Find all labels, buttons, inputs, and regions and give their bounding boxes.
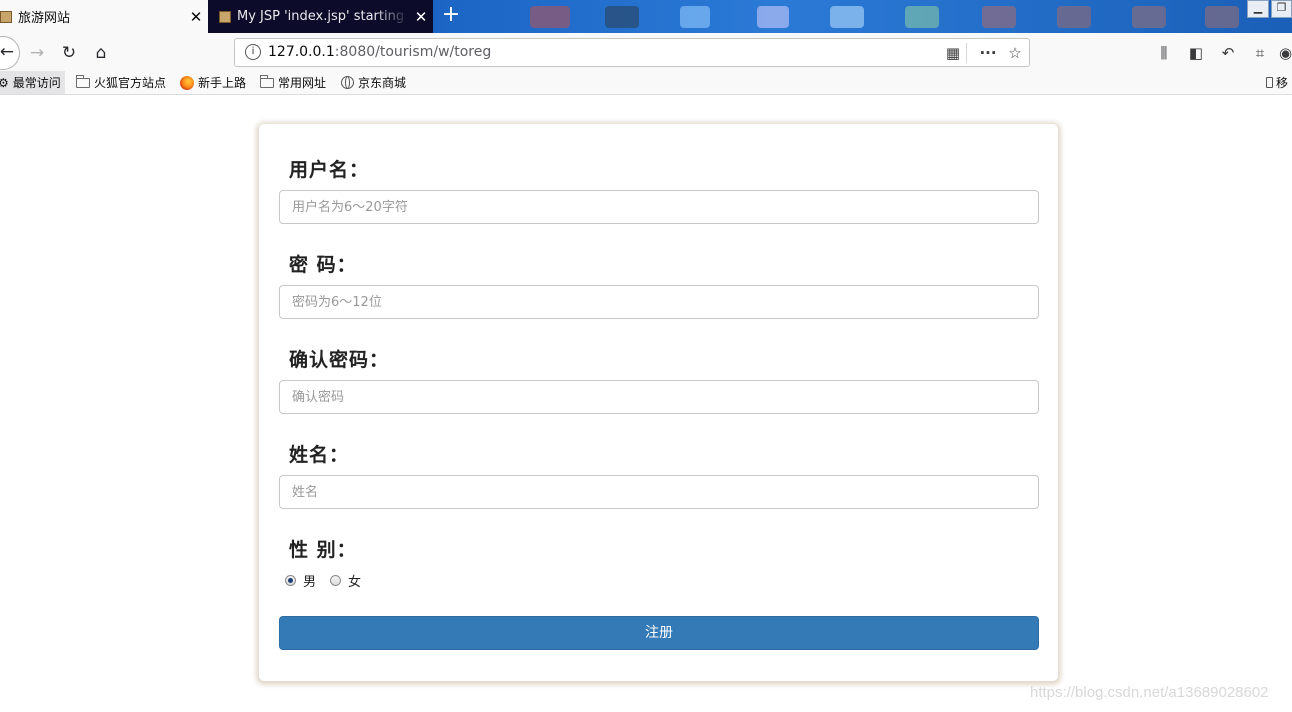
bookmark-firefox-sites[interactable]: 火狐官方站点: [76, 71, 166, 94]
reload-icon: ↻: [61, 43, 77, 63]
extension-button[interactable]: ◉: [1279, 41, 1292, 65]
undo-icon: ↶: [1221, 44, 1235, 62]
info-icon[interactable]: i: [245, 44, 261, 60]
gender-female-radio[interactable]: [330, 574, 342, 586]
bookmark-mobile[interactable]: 移: [1266, 71, 1288, 94]
register-button[interactable]: 注册: [279, 616, 1039, 650]
background-blur: [905, 6, 939, 28]
background-blur: [982, 6, 1016, 28]
minimize-button[interactable]: ▁: [1247, 0, 1269, 18]
confirm-password-label: 确认密码：: [289, 349, 390, 371]
url-path: :8080/tourism/w/toreg: [334, 44, 492, 60]
maximize-button[interactable]: ❐: [1271, 0, 1292, 18]
gender-male-radio[interactable]: [285, 574, 296, 586]
bookmark-getting-started[interactable]: 新手上路: [180, 71, 246, 94]
tab-strip: 旅游网站 ✕ My JSP 'index.jsp' starting page …: [0, 0, 1292, 33]
gender-male-label: 男: [303, 574, 317, 590]
screenshot-button[interactable]: ⌗: [1249, 41, 1271, 65]
bookmark-star-icon[interactable]: ☆: [1004, 42, 1026, 64]
globe-icon: [341, 76, 354, 89]
bookmark-label: 新手上路: [198, 76, 247, 90]
username-input[interactable]: [279, 190, 1039, 224]
library-icon: ⫼: [1160, 44, 1168, 62]
gender-female-label: 女: [348, 574, 362, 590]
divider: [966, 43, 967, 63]
close-icon[interactable]: ✕: [409, 8, 433, 26]
registration-form-card: 用户名： 密 码： 确认密码： 姓名： 性 别： 男 女 注册: [259, 124, 1058, 681]
mobile-icon: [1266, 77, 1273, 88]
name-label: 姓名：: [289, 444, 350, 466]
name-input[interactable]: [279, 475, 1039, 509]
bookmark-label: 京东商城: [358, 76, 407, 90]
arrow-left-icon: ←: [0, 42, 14, 62]
reload-button[interactable]: ↻: [57, 41, 81, 65]
bookmark-label: 火狐官方站点: [94, 76, 167, 90]
close-icon[interactable]: ✕: [184, 8, 208, 26]
extension-icon: ◉: [1279, 44, 1292, 62]
bookmark-jd-mall[interactable]: 京东商城: [341, 71, 406, 94]
password-input[interactable]: [279, 285, 1039, 319]
url-text[interactable]: 127.0.0.1:8080/tourism/w/toreg: [268, 39, 491, 66]
confirm-password-input[interactable]: [279, 380, 1039, 414]
bookmark-most-visited[interactable]: ⚙ 最常访问: [0, 71, 65, 94]
background-blur: [830, 6, 864, 28]
forward-button[interactable]: →: [25, 41, 49, 65]
bookmark-label: 最常访问: [12, 76, 61, 90]
gear-icon: ⚙: [0, 75, 9, 90]
folder-icon: [260, 74, 274, 88]
bookmark-common-sites[interactable]: 常用网址: [260, 71, 326, 94]
navigation-toolbar: ← → ↻ ⌂ i 127.0.0.1:8080/tourism/w/toreg…: [0, 33, 1292, 71]
background-blur: [530, 6, 570, 28]
page-favicon-icon: [0, 10, 12, 23]
background-blur: [757, 6, 789, 28]
folder-icon: [76, 74, 90, 88]
bookmarks-toolbar: ⚙ 最常访问 火狐官方站点 新手上路 常用网址 京东商城 移: [0, 71, 1292, 95]
gender-radio-group: 男 女: [285, 571, 362, 590]
firefox-icon: [180, 75, 194, 90]
address-bar[interactable]: i 127.0.0.1:8080/tourism/w/toreg ▦ ··· ☆: [234, 38, 1030, 67]
tab-title: My JSP 'index.jsp' starting page: [237, 9, 409, 24]
undo-button[interactable]: ↶: [1217, 41, 1239, 65]
bookmark-label: 常用网址: [278, 76, 327, 90]
password-label: 密 码：: [289, 254, 357, 276]
gender-label: 性 别：: [289, 539, 357, 561]
tab-tourism-site[interactable]: 旅游网站 ✕: [0, 0, 208, 33]
sidebar-button[interactable]: ◧: [1185, 41, 1207, 65]
crop-icon: ⌗: [1255, 44, 1265, 62]
home-button[interactable]: ⌂: [89, 41, 113, 65]
qr-code-icon[interactable]: ▦: [942, 42, 964, 64]
more-actions-icon[interactable]: ···: [977, 42, 999, 64]
sidebar-icon: ◧: [1188, 44, 1204, 62]
background-blur: [1057, 6, 1091, 28]
new-tab-button[interactable]: +: [439, 4, 463, 28]
background-blur: [1205, 6, 1239, 28]
url-host: 127.0.0.1: [268, 44, 335, 60]
back-button[interactable]: ←: [0, 36, 20, 70]
tab-title: 旅游网站: [18, 11, 71, 26]
arrow-right-icon: →: [29, 43, 45, 63]
tab-index-jsp[interactable]: My JSP 'index.jsp' starting page ✕: [208, 0, 433, 33]
bookmark-label: 移: [1276, 76, 1289, 90]
watermark: https://blog.csdn.net/a13689028602: [1030, 684, 1269, 701]
background-blur: [680, 6, 710, 28]
library-button[interactable]: ⫼: [1153, 41, 1175, 65]
home-icon: ⌂: [95, 43, 107, 63]
background-blur: [1132, 6, 1166, 28]
background-blur: [605, 6, 639, 28]
page-favicon-icon: [219, 10, 231, 23]
username-label: 用户名：: [289, 159, 370, 181]
